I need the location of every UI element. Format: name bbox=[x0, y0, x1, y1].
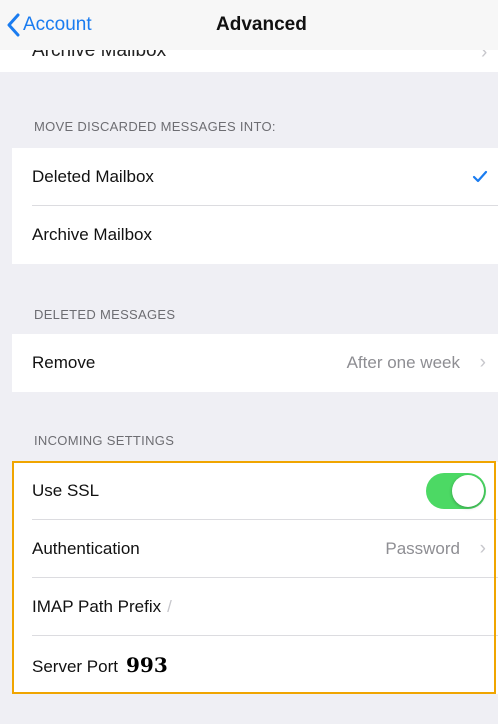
section-header-deleted-messages: DELETED MESSAGES bbox=[34, 307, 176, 322]
back-button[interactable]: Account bbox=[6, 13, 92, 37]
chevron-right-icon: › bbox=[479, 352, 486, 373]
remove-value: After one week bbox=[346, 353, 460, 372]
authentication-value: Password bbox=[385, 539, 460, 558]
navigation-bar: Account Advanced bbox=[0, 0, 498, 50]
deleted-mailbox-label: Deleted Mailbox bbox=[32, 167, 154, 186]
archive-mailbox-row-top[interactable]: Archive Mailbox › bbox=[0, 50, 498, 72]
imap-path-prefix-field: IMAP Path Prefix / bbox=[32, 597, 172, 617]
use-ssl-toggle[interactable] bbox=[426, 473, 486, 509]
toggle-knob bbox=[452, 475, 484, 507]
imap-path-prefix-row[interactable]: IMAP Path Prefix / bbox=[12, 578, 498, 636]
authentication-row[interactable]: Authentication Password › bbox=[12, 520, 498, 578]
section-header-incoming-settings: INCOMING SETTINGS bbox=[34, 433, 175, 448]
imap-path-prefix-input[interactable]: / bbox=[167, 597, 172, 616]
chevron-left-icon bbox=[7, 13, 20, 37]
section-header-move-discarded: MOVE DISCARDED MESSAGES INTO: bbox=[34, 119, 276, 134]
server-port-label: Server Port bbox=[32, 657, 118, 676]
archive-mailbox-row[interactable]: Archive Mailbox bbox=[12, 206, 498, 264]
page-title: Advanced bbox=[216, 14, 307, 35]
chevron-right-icon: › bbox=[479, 538, 486, 559]
imap-path-prefix-label: IMAP Path Prefix bbox=[32, 597, 162, 616]
checkmark-icon bbox=[472, 170, 488, 183]
server-port-row[interactable]: Server Port 993 bbox=[12, 636, 498, 694]
server-port-field: Server Port 993 bbox=[32, 653, 168, 677]
archive-mailbox-label: Archive Mailbox bbox=[32, 225, 152, 244]
chevron-right-icon: › bbox=[481, 50, 488, 63]
remove-label: Remove bbox=[32, 353, 96, 372]
remove-row[interactable]: Remove After one week › bbox=[12, 334, 498, 392]
use-ssl-label: Use SSL bbox=[32, 481, 100, 500]
deleted-mailbox-row[interactable]: Deleted Mailbox bbox=[12, 148, 498, 206]
server-port-input[interactable]: 993 bbox=[126, 653, 168, 677]
back-button-label: Account bbox=[23, 14, 92, 35]
authentication-label: Authentication bbox=[32, 539, 140, 558]
archive-mailbox-label: Archive Mailbox bbox=[32, 50, 167, 61]
use-ssl-row: Use SSL bbox=[12, 462, 498, 520]
